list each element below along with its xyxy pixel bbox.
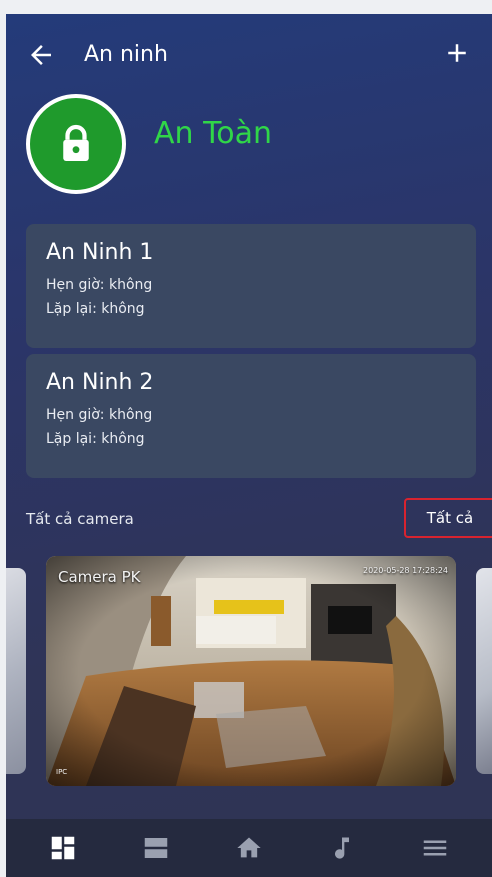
- camera-feed-card[interactable]: Camera PK 2020-05-28 17:28:24 IPC: [46, 556, 456, 786]
- menu-icon: [424, 840, 447, 856]
- list-icon: [144, 838, 168, 858]
- nav-dashboard[interactable]: [33, 819, 93, 877]
- nav-list[interactable]: [126, 819, 186, 877]
- back-button[interactable]: [26, 40, 56, 70]
- camera-thumbnail-next[interactable]: [476, 568, 492, 774]
- home-icon: [237, 837, 261, 858]
- add-button[interactable]: [442, 38, 472, 68]
- scene-schedule: Hẹn giờ: không: [46, 407, 153, 423]
- nav-menu[interactable]: [405, 819, 465, 877]
- camera-section-header: Tất cả camera Tất cả: [26, 498, 492, 546]
- bottom-navigation: [6, 819, 492, 877]
- camera-carousel[interactable]: Camera PK 2020-05-28 17:28:24 IPC: [6, 554, 492, 786]
- arrow-left-icon: [31, 45, 51, 65]
- camera-feed-image: [46, 556, 456, 786]
- camera-brand-watermark: IPC: [56, 768, 68, 776]
- camera-thumbnail-prev[interactable]: [6, 568, 26, 774]
- nav-music[interactable]: [312, 819, 372, 877]
- plus-icon: [448, 44, 466, 62]
- camera-section-label: Tất cả camera: [26, 510, 134, 528]
- security-status: An Toàn: [26, 94, 466, 194]
- camera-name: Camera PK: [58, 568, 141, 586]
- app-bar: An ninh: [6, 14, 492, 92]
- scene-name: An Ninh 2: [46, 370, 154, 395]
- page-title: An ninh: [84, 42, 168, 67]
- camera-timestamp: 2020-05-28 17:28:24: [363, 566, 448, 575]
- dashboard-icon: [51, 836, 74, 860]
- scene-schedule: Hẹn giờ: không: [46, 277, 153, 293]
- scene-card[interactable]: An Ninh 2 Hẹn giờ: không Lặp lại: không: [26, 354, 476, 478]
- status-label: An Toàn: [154, 116, 273, 151]
- scene-card[interactable]: An Ninh 1 Hẹn giờ: không Lặp lại: không: [26, 224, 476, 348]
- security-screen: An ninh An Toàn An Ninh 1 Hẹn giờ: không…: [6, 14, 492, 877]
- nav-home[interactable]: [219, 819, 279, 877]
- scene-repeat: Lặp lại: không: [46, 301, 145, 317]
- music-note-icon: [335, 837, 350, 859]
- scene-name: An Ninh 1: [46, 240, 154, 265]
- view-all-cameras-button[interactable]: Tất cả: [404, 498, 492, 538]
- lock-icon: [63, 124, 89, 161]
- scene-repeat: Lặp lại: không: [46, 431, 145, 447]
- arm-toggle-button[interactable]: [26, 94, 126, 194]
